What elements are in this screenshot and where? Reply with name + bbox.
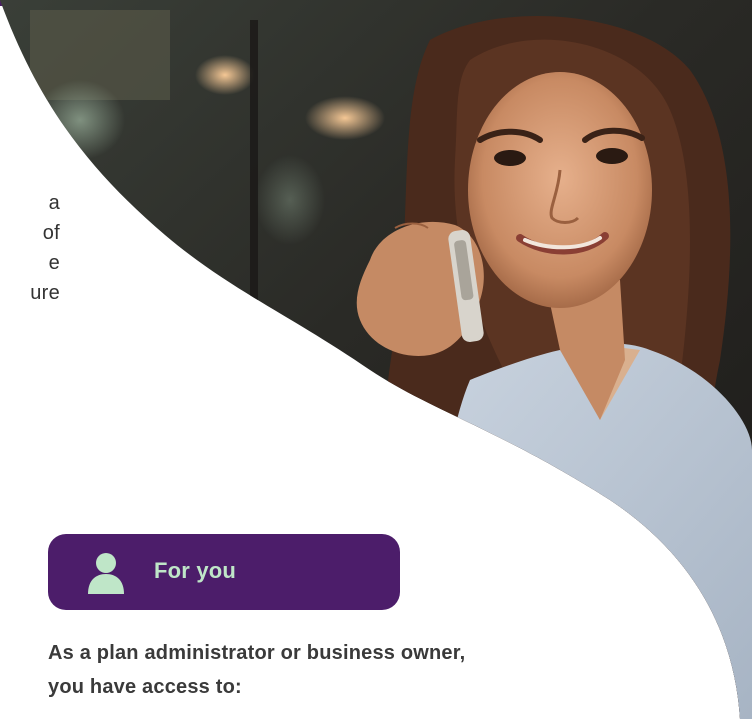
intro-line-3: e [48, 252, 60, 274]
intro-line-4: ure [30, 282, 60, 304]
truncated-intro-text: a of e ure [0, 188, 60, 308]
for-you-button[interactable]: For you [48, 534, 400, 610]
access-description: As a plan administrator or business owne… [48, 636, 608, 704]
for-you-label: For you [154, 558, 237, 583]
intro-line-2: of [42, 222, 60, 244]
woman-on-phone-photo [0, 0, 752, 719]
access-description-line-2: you have access to: [48, 676, 242, 698]
person-icon [88, 553, 124, 594]
access-description-line-1: As a plan administrator or business owne… [48, 642, 466, 664]
intro-line-1: a [48, 192, 60, 214]
